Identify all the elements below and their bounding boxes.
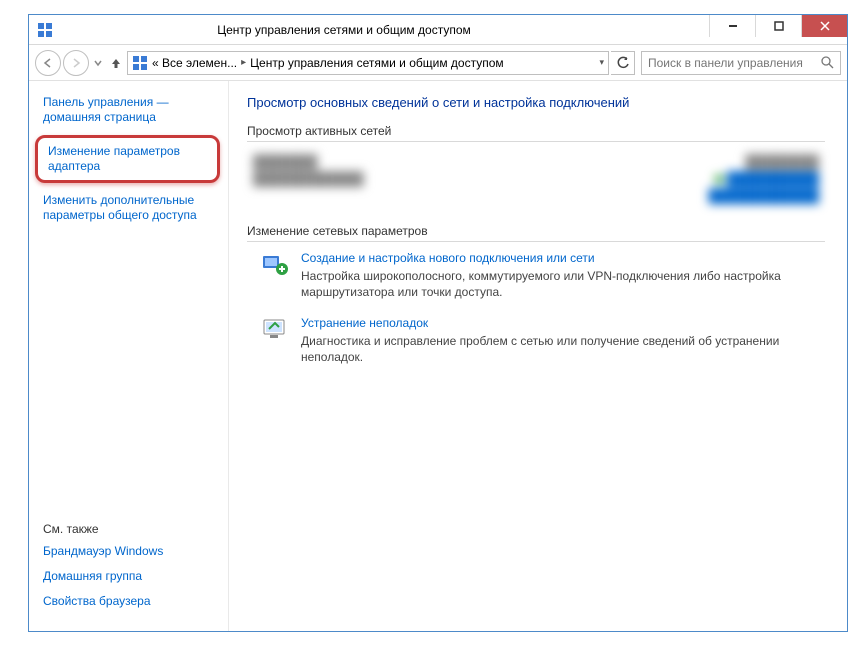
firewall-link[interactable]: Брандмауэр Windows bbox=[43, 544, 216, 559]
titlebar: Центр управления сетями и общим доступом bbox=[29, 15, 847, 45]
window-title: Центр управления сетями и общим доступом bbox=[0, 23, 709, 37]
page-heading: Просмотр основных сведений о сети и наст… bbox=[247, 95, 825, 110]
troubleshoot-link[interactable]: Устранение неполадок bbox=[301, 315, 825, 331]
change-settings-label: Изменение сетевых параметров bbox=[247, 224, 825, 242]
adapter-settings-link[interactable]: Изменение параметров адаптера bbox=[35, 135, 220, 183]
chevron-right-icon: ▸ bbox=[241, 57, 246, 68]
task-troubleshoot: Устранение неполадок Диагностика и испра… bbox=[261, 315, 825, 366]
active-networks-panel: ███████████████████ ████████ ██████████ … bbox=[247, 150, 825, 220]
control-panel-home-link[interactable]: Панель управления — домашняя страница bbox=[43, 95, 216, 125]
main-content: Просмотр основных сведений о сети и наст… bbox=[229, 81, 847, 631]
active-networks-label: Просмотр активных сетей bbox=[247, 124, 825, 142]
breadcrumb-segment[interactable]: « Все элемен... bbox=[152, 56, 237, 70]
network-name-blurred: ███████████████████ bbox=[253, 154, 364, 220]
task-new-connection: Создание и настройка нового подключения … bbox=[261, 250, 825, 301]
search-box[interactable] bbox=[641, 51, 841, 75]
homegroup-link[interactable]: Домашняя группа bbox=[43, 569, 216, 584]
recent-dropdown-icon[interactable] bbox=[94, 58, 102, 68]
minimize-button[interactable] bbox=[709, 15, 755, 37]
address-bar: « Все элемен... ▸ Центр управления сетям… bbox=[29, 45, 847, 81]
window-controls bbox=[709, 15, 847, 37]
close-button[interactable] bbox=[801, 15, 847, 37]
new-connection-link[interactable]: Создание и настройка нового подключения … bbox=[301, 250, 825, 266]
search-icon bbox=[821, 56, 834, 69]
breadcrumb-bar[interactable]: « Все элемен... ▸ Центр управления сетям… bbox=[127, 51, 609, 75]
content-body: Панель управления — домашняя страница Из… bbox=[29, 81, 847, 631]
new-connection-icon bbox=[261, 250, 289, 278]
sidebar: Панель управления — домашняя страница Из… bbox=[29, 81, 229, 631]
maximize-button[interactable] bbox=[755, 15, 801, 37]
forward-button[interactable] bbox=[63, 50, 89, 76]
up-button[interactable] bbox=[107, 50, 125, 76]
troubleshoot-desc: Диагностика и исправление проблем с сеть… bbox=[301, 333, 825, 365]
network-status-blurred: ████████ ██████████ ████████████ bbox=[708, 154, 819, 220]
refresh-button[interactable] bbox=[611, 51, 635, 75]
browser-properties-link[interactable]: Свойства браузера bbox=[43, 594, 216, 609]
see-also-heading: См. также bbox=[43, 522, 216, 536]
back-button[interactable] bbox=[35, 50, 61, 76]
troubleshoot-icon bbox=[261, 315, 289, 343]
chevron-down-icon[interactable]: ▾ bbox=[599, 57, 604, 68]
window-frame: Центр управления сетями и общим доступом… bbox=[28, 14, 848, 632]
search-input[interactable] bbox=[648, 56, 815, 70]
location-icon bbox=[132, 55, 148, 71]
breadcrumb-segment[interactable]: Центр управления сетями и общим доступом bbox=[250, 56, 504, 70]
new-connection-desc: Настройка широкополосного, коммутируемог… bbox=[301, 268, 825, 300]
advanced-sharing-link[interactable]: Изменить дополнительные параметры общего… bbox=[43, 193, 216, 223]
